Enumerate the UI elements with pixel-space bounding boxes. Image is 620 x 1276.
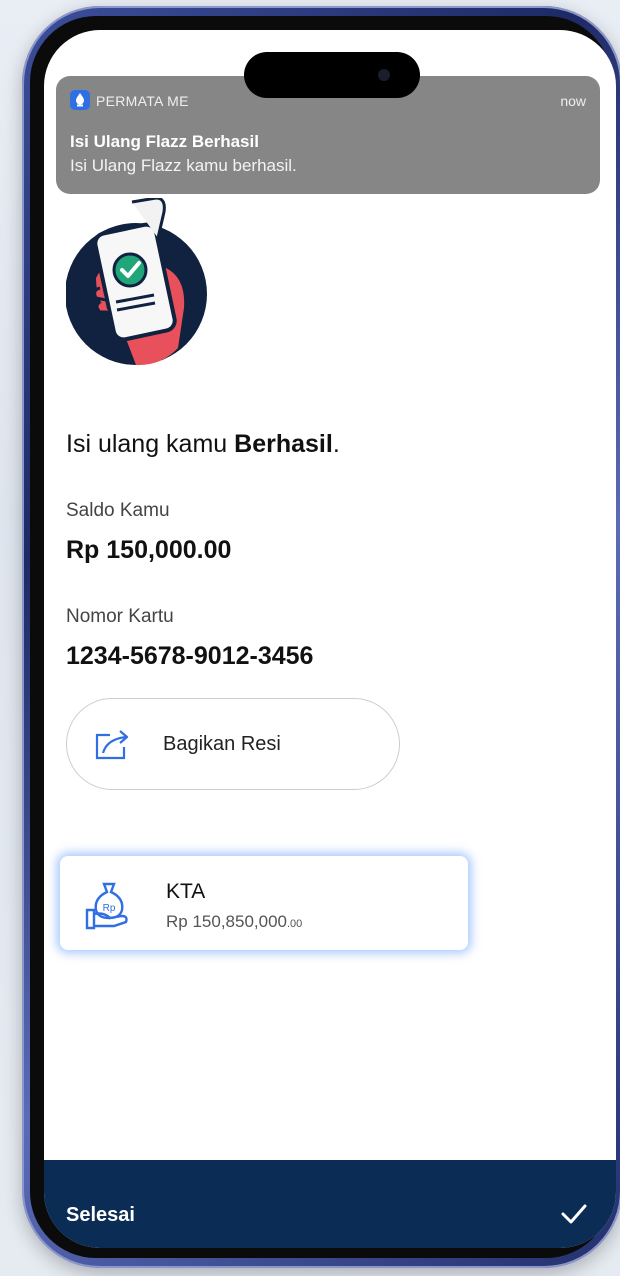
share-icon — [95, 730, 129, 760]
notification-body: Isi Ulang Flazz kamu berhasil. — [70, 156, 297, 175]
card-number-value: 1234-5678-9012-3456 — [66, 642, 314, 670]
kta-amount: Rp 150,850,000.00 — [166, 912, 303, 931]
notification-app-name: PERMATA ME — [96, 93, 189, 109]
card-number-label: Nomor Kartu — [66, 606, 174, 627]
check-icon — [561, 1204, 587, 1224]
result-headline: Isi ulang kamu Berhasil. — [66, 430, 340, 458]
money-bag-hand-icon: Rp — [85, 882, 128, 930]
balance-label: Saldo Kamu — [66, 500, 170, 521]
notification-title: Isi Ulang Flazz Berhasil — [70, 132, 259, 151]
permata-app-icon — [70, 90, 90, 110]
svg-text:Rp: Rp — [103, 903, 116, 914]
notification-time: now — [560, 93, 586, 109]
dynamic-island — [244, 52, 420, 98]
done-bar[interactable]: Selesai — [44, 1160, 616, 1248]
kta-promo-card[interactable]: Rp KTA Rp 150,850,000.00 — [60, 856, 468, 950]
kta-title: KTA — [166, 880, 206, 903]
camera-icon — [378, 69, 390, 81]
app-screen: PERMATA ME now Isi Ulang Flazz Berhasil … — [44, 30, 616, 1248]
done-label: Selesai — [66, 1204, 135, 1226]
balance-value: Rp 150,000.00 — [66, 536, 232, 564]
share-receipt-button[interactable]: Bagikan Resi — [66, 698, 400, 790]
share-receipt-label: Bagikan Resi — [163, 733, 281, 755]
success-phone-illustration — [66, 198, 207, 366]
